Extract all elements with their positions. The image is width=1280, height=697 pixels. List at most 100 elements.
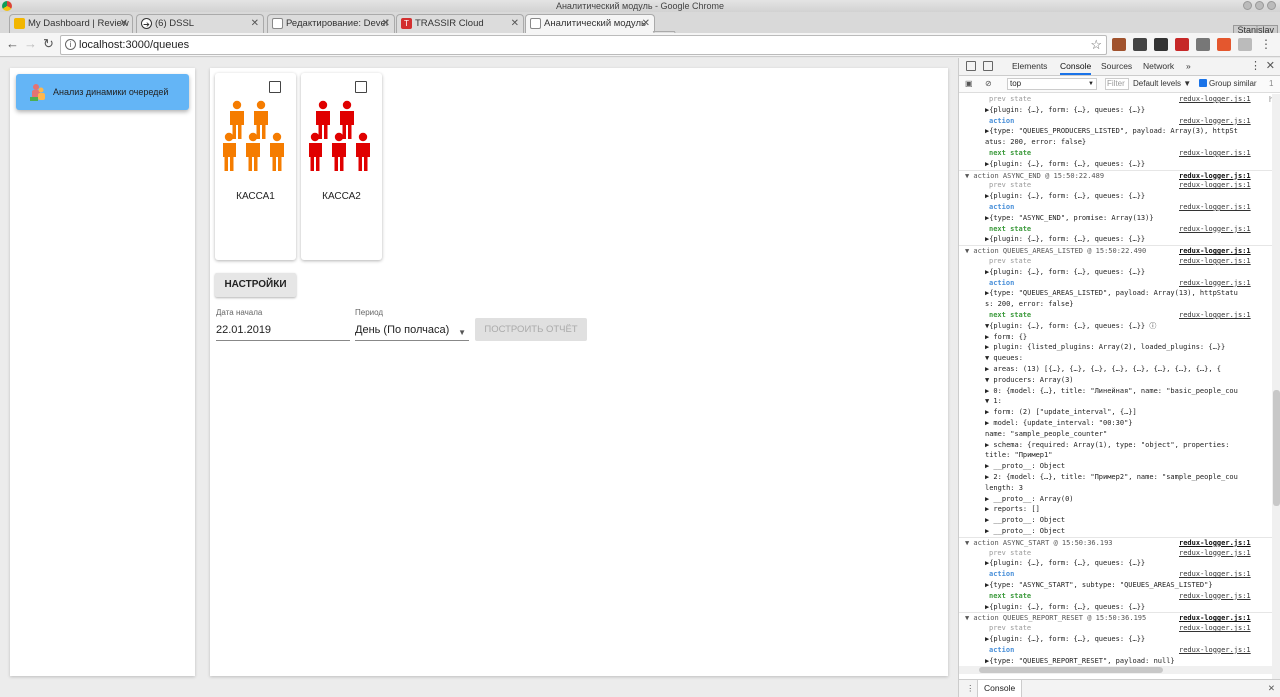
console-line[interactable]: ▶ areas: (13) [{…}, {…}, {…}, {…}, {…}, …: [959, 364, 1272, 375]
tab-edit-devel[interactable]: Редактирование: Devel ✕: [267, 14, 395, 33]
drawer-close-icon[interactable]: ✕: [1268, 680, 1275, 697]
console-line[interactable]: length: 3: [959, 483, 1272, 494]
console-horizontal-scrollbar[interactable]: [959, 666, 1272, 674]
clear-console-icon[interactable]: ⊘: [985, 76, 992, 92]
console-line[interactable]: action redux-logger.js:1: [959, 644, 1272, 656]
console-line[interactable]: prev state redux-logger.js:1: [959, 94, 1272, 105]
console-line[interactable]: ▶ __proto__: Object: [959, 515, 1272, 526]
console-line[interactable]: next state redux-logger.js:1: [959, 310, 1272, 321]
source-link[interactable]: redux-logger.js:1: [1177, 180, 1251, 191]
console-line[interactable]: action redux-logger.js:1: [959, 569, 1272, 580]
period-select[interactable]: День (По полчаса): [355, 324, 469, 341]
console-line[interactable]: prev state redux-logger.js:1: [959, 180, 1272, 191]
tab-trassir-cloud[interactable]: T TRASSIR Cloud ✕: [396, 14, 524, 33]
inspect-icon[interactable]: [966, 61, 976, 71]
extension-camera-icon[interactable]: [1133, 38, 1147, 51]
back-icon[interactable]: ←: [6, 37, 19, 51]
tab-sources[interactable]: Sources: [1101, 58, 1132, 75]
console-filter-input[interactable]: Filter: [1105, 78, 1129, 90]
console-line[interactable]: action redux-logger.js:1: [959, 115, 1272, 127]
drawer-menu-icon[interactable]: ⋮: [966, 680, 975, 697]
console-line[interactable]: ▼ action ASYNC_START @ 15:50:36.193 redux…: [959, 536, 1272, 548]
source-link[interactable]: redux-logger.js:1: [1177, 644, 1251, 655]
tab-network[interactable]: Network: [1143, 58, 1174, 75]
console-line[interactable]: ▶{plugin: {…}, form: {…}, queues: {…}}: [959, 105, 1272, 116]
console-line[interactable]: ▼ action QUEUES_REPORT_RESET @ 15:50:36.…: [959, 612, 1272, 624]
source-link[interactable]: redux-logger.js:1: [1177, 537, 1251, 548]
console-line[interactable]: ▼ producers: Array(3): [959, 375, 1272, 386]
close-icon[interactable]: ✕: [120, 15, 128, 32]
tab-analytics-module[interactable]: Аналитический модуль ✕: [525, 14, 655, 33]
console-line[interactable]: ▶ plugin: {listed_plugins: Array(2), loa…: [959, 342, 1272, 353]
console-line[interactable]: ▶{plugin: {…}, form: {…}, queues: {…}}: [959, 558, 1272, 569]
log-levels-select[interactable]: Default levels ▼: [1133, 76, 1191, 92]
source-link[interactable]: redux-logger.js:1: [1177, 148, 1251, 158]
queue-card-kassa2[interactable]: КАССА2: [301, 73, 382, 260]
console-line[interactable]: name: "sample_people_counter": [959, 429, 1272, 440]
console-line[interactable]: ▶ form: {}: [959, 332, 1272, 343]
settings-button[interactable]: НАСТРОЙКИ: [215, 273, 296, 297]
source-link[interactable]: redux-logger.js:1: [1177, 170, 1251, 181]
group-similar-checkbox[interactable]: Group similar: [1199, 76, 1257, 92]
console-line[interactable]: ▶ __proto__: Object: [959, 461, 1272, 472]
tab-elements[interactable]: Elements: [1012, 58, 1047, 75]
close-window-icon[interactable]: [1267, 1, 1276, 10]
console-line[interactable]: ▶{plugin: {…}, form: {…}, queues: {…}}: [959, 191, 1272, 202]
kassa1-checkbox[interactable]: [269, 81, 281, 93]
console-line[interactable]: ▶ schema: {required: Array(1), type: "ob…: [959, 440, 1272, 451]
source-link[interactable]: redux-logger.js:1: [1177, 547, 1251, 558]
bookmark-star-icon[interactable]: ☆: [1090, 36, 1102, 54]
console-line[interactable]: ▼ action QUEUES_AREAS_LISTED @ 15:50:22.…: [959, 245, 1272, 257]
console-line[interactable]: ▶ form: (2) ["update_interval", {…}]: [959, 407, 1272, 418]
console-line[interactable]: ▶ reports: []: [959, 504, 1272, 515]
console-line[interactable]: ▶ 2: {model: {…}, title: "Пример2", name…: [959, 472, 1272, 483]
maximize-icon[interactable]: [1255, 1, 1264, 10]
minimize-icon[interactable]: [1243, 1, 1252, 10]
menu-kebab-icon[interactable]: ⋮: [1259, 38, 1273, 51]
console-line[interactable]: prev state redux-logger.js:1: [959, 547, 1272, 559]
console-line[interactable]: next state redux-logger.js:1: [959, 148, 1272, 159]
source-link[interactable]: redux-logger.js:1: [1177, 613, 1251, 624]
source-link[interactable]: redux-logger.js:1: [1177, 94, 1251, 104]
console-line[interactable]: ▶{plugin: {…}, form: {…}, queues: {…}}: [959, 267, 1272, 278]
console-line[interactable]: ▶{type: "QUEUES_PRODUCERS_LISTED", paylo…: [959, 126, 1272, 137]
source-link[interactable]: redux-logger.js:1: [1177, 623, 1251, 634]
kassa2-checkbox[interactable]: [355, 81, 367, 93]
console-line[interactable]: ▶{plugin: {…}, form: {…}, queues: {…}}: [959, 234, 1272, 245]
console-vertical-scrollbar[interactable]: [1272, 94, 1280, 680]
console-line[interactable]: prev state redux-logger.js:1: [959, 256, 1272, 267]
console-line[interactable]: next state redux-logger.js:1: [959, 223, 1272, 235]
console-line[interactable]: action redux-logger.js:1: [959, 202, 1272, 213]
forward-icon[interactable]: →: [24, 37, 37, 51]
source-link[interactable]: redux-logger.js:1: [1177, 310, 1251, 320]
console-line[interactable]: ▶{plugin: {…}, form: {…}, queues: {…}}: [959, 602, 1272, 613]
queue-card-kassa1[interactable]: КАССА1: [215, 73, 296, 260]
source-link[interactable]: redux-logger.js:1: [1177, 569, 1251, 580]
extension-orange-icon[interactable]: [1217, 38, 1231, 51]
console-line[interactable]: ▶{type: "QUEUES_AREAS_LISTED", payload: …: [959, 288, 1272, 299]
extension-linkedin-icon[interactable]: [1154, 38, 1168, 51]
console-line[interactable]: ▼ queues:: [959, 353, 1272, 364]
close-icon[interactable]: ✕: [511, 15, 519, 32]
build-report-button[interactable]: ПОСТРОИТЬ ОТЧЁТ: [475, 318, 587, 341]
context-select[interactable]: top ▼: [1007, 78, 1097, 90]
console-line[interactable]: ▼ 1:: [959, 396, 1272, 407]
device-toggle-icon[interactable]: [983, 61, 993, 71]
console-line[interactable]: ▶{type: "QUEUES_REPORT_RESET", payload: …: [959, 656, 1272, 667]
source-link[interactable]: redux-logger.js:1: [1177, 246, 1251, 257]
console-line[interactable]: ▼{plugin: {…}, form: {…}, queues: {…}} ⓘ: [959, 321, 1272, 332]
console-line[interactable]: ▶ 0: {model: {…}, title: "Линейная", nam…: [959, 386, 1272, 397]
source-link[interactable]: redux-logger.js:1: [1177, 256, 1251, 266]
extension-grid-icon[interactable]: [1238, 38, 1252, 51]
devtools-close-icon[interactable]: ✕: [1266, 58, 1275, 75]
console-line[interactable]: title: "Пример1": [959, 450, 1272, 461]
console-line[interactable]: ▶{plugin: {…}, form: {…}, queues: {…}}: [959, 634, 1272, 645]
tab-my-dashboard[interactable]: My Dashboard | Review ✕: [9, 14, 133, 33]
tab-dssl[interactable]: ➔ (6) DSSL ✕: [136, 14, 264, 33]
console-line[interactable]: ▶ __proto__: Object: [959, 526, 1272, 537]
devtools-menu-icon[interactable]: ⋮: [1250, 58, 1261, 75]
console-line[interactable]: atus: 200, error: false}: [959, 137, 1272, 148]
source-link[interactable]: redux-logger.js:1: [1177, 277, 1251, 288]
info-icon[interactable]: i: [65, 39, 76, 50]
console-log[interactable]: prev state redux-logger.js:1 ▶{plugin: {…}…: [959, 94, 1272, 680]
